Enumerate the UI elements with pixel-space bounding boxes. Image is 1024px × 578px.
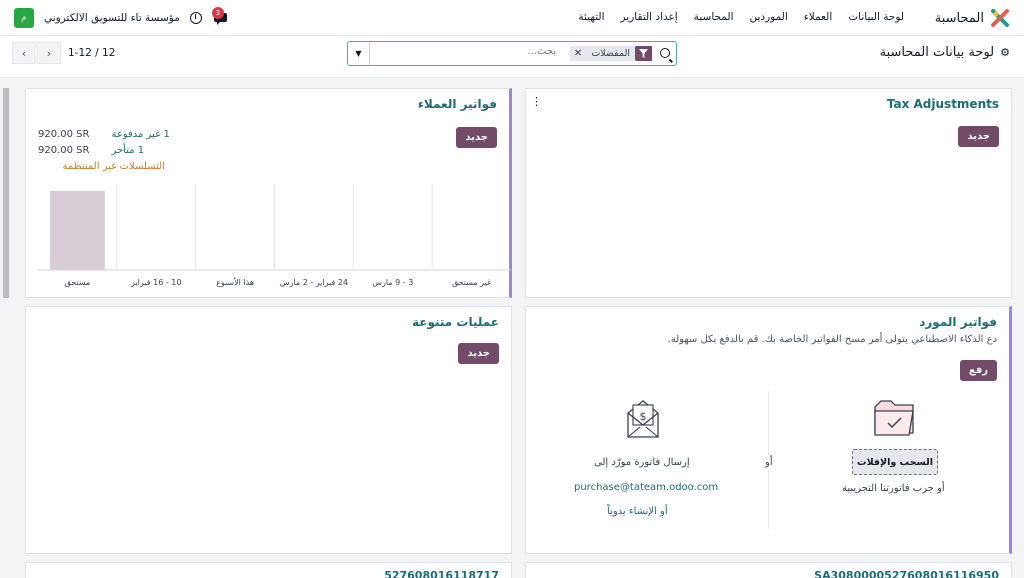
close-icon[interactable]: ✕ [570,48,586,59]
tax-new-button[interactable]: جديد [958,126,999,147]
pager-value[interactable]: 1-12 / 12 [68,47,115,59]
irregular-sequences-link[interactable]: التسلسلات غير المنتظمة [63,161,166,172]
menu-vendors[interactable]: الموردين [750,11,788,23]
misc-operations-title[interactable]: عمليات متنوعة [412,315,499,329]
vendor-bills-card: فواتير المورد دع الذكاء الاصطناعي يتولى … [525,306,1012,554]
search-bar: ▼ المفضلات ✕ [347,41,677,66]
app-brand[interactable]: المحاسبة [935,8,1010,28]
chart-bar[interactable] [50,190,105,270]
chart-tick-label: مستحق [64,278,91,287]
page-title: لوحة بيانات المحاسبة ⚙ [880,45,1010,60]
accounting-logo-icon [990,8,1010,28]
activity-clock-icon[interactable] [189,12,202,24]
chat-badge: 3 [211,7,224,19]
or-separator: أو [765,455,773,470]
bank-card-right: SA3080000527608016116950 [525,562,1012,578]
vendor-bills-title[interactable]: فواتير المورد [919,315,997,329]
chart-tick-label: 24 فبراير - 2 مارس [279,278,349,287]
chevron-right-icon: › [46,46,52,60]
customer-invoices-title[interactable]: فواتير العملاء [418,97,497,111]
svg-text:$: $ [640,410,647,423]
envelope-dollar-icon: $ [624,395,662,448]
pager-next-button[interactable]: › [37,42,61,64]
menu-reporting[interactable]: إعداد التقارير [621,11,678,23]
gear-icon[interactable]: ⚙ [1000,46,1010,59]
app-name: المحاسبة [934,10,984,26]
messaging-button[interactable]: 3 [211,7,230,26]
tax-adjustments-card: Tax Adjustments جديد [525,88,1012,298]
try-sample-link[interactable]: أو جرب فاتورتنا التجريبية [842,483,945,494]
menu-customers[interactable]: العملاء [804,11,832,23]
stat-unpaid-link[interactable]: 1 غير مدفوعة [111,129,169,140]
company-avatar[interactable]: م [14,8,34,28]
scrollbar[interactable] [0,78,12,578]
chart-tick-label: 3 - 9 مارس [372,278,414,287]
folder-icon [871,393,921,446]
bank-card-left: 527608016118717 [25,562,512,578]
vendor-bills-subtitle: دع الذكاء الاصطناعي يتولى أمر مسح الفوات… [667,334,997,345]
create-manually-link[interactable]: أو الإنشاء يدوياً [607,506,668,517]
upload-button[interactable]: رفع [959,360,997,381]
kebab-menu-icon[interactable]: ⋮ [531,95,542,108]
menu-accounting[interactable]: المحاسبة [694,11,734,23]
stat-unpaid-amount: 920.00 SR [38,129,90,140]
control-panel: ‹ › 1-12 / 12 ▼ المفضلات ✕ لوحة بيانات ا… [0,36,1024,78]
misc-operations-card: عمليات متنوعة جديد [25,306,512,554]
search-input[interactable] [376,46,556,57]
misc-new-button[interactable]: جديد [458,343,499,364]
purchase-email-link[interactable]: purchase@tateam.odoo.com [574,482,718,493]
page-title-text: لوحة بيانات المحاسبة [879,45,995,60]
drag-drop-button[interactable]: السحب والإفلات [852,449,938,475]
stat-unpaid: 920.00 SR 1 غير مدفوعة [38,129,170,140]
chart-tick-label: 10 - 16 فبراير [131,278,182,287]
customer-new-button[interactable]: جديد [456,127,497,148]
caret-down-icon: ▼ [355,49,362,58]
navbar-systray: م مؤسسة تاء للتسويق الالكتروني 3 [14,7,230,28]
send-bill-text: إرسال فاتورة مورّد إلى [594,457,690,468]
menu-configuration[interactable]: التهيئة [578,11,604,23]
chart-tick-label: غير مستحق [451,278,492,287]
pager-prev-button[interactable]: ‹ [12,42,36,64]
stat-late: 920.00 SR 1 متأخر [38,145,144,156]
bank-card-left-title[interactable]: 527608016118717 [384,569,499,578]
search-icon[interactable] [660,48,670,58]
menu-dashboard[interactable]: لوحة البيانات [848,11,904,23]
search-options-toggle[interactable]: ▼ [348,42,370,65]
search-facet: المفضلات ✕ [569,46,652,61]
chart-tick-label: هذا الأسبوع [216,278,255,287]
chevron-left-icon: ‹ [21,46,27,60]
customer-invoices-card: فواتير العملاء ⋮ جديد 920.00 SR 1 غير مد… [25,88,542,298]
company-switcher[interactable]: مؤسسة تاء للتسويق الالكتروني [44,12,180,24]
scrollbar-thumb[interactable] [3,88,9,298]
stat-late-link[interactable]: 1 متأخر [111,145,144,156]
bank-card-right-title[interactable]: SA3080000527608016116950 [814,569,999,578]
main-menu: لوحة البيانات العملاء الموردين المحاسبة … [578,11,904,23]
tax-adjustments-title[interactable]: Tax Adjustments [887,97,999,111]
facet-label: المفضلات [591,48,630,59]
filter-icon [635,46,652,61]
stat-late-amount: 920.00 SR [38,145,90,156]
top-navbar: المحاسبة لوحة البيانات العملاء الموردين … [0,0,1024,36]
aged-receivable-chart: مستحق 10 - 16 فبراير هذا الأسبوع 24 فبراير … [38,184,511,298]
chart-svg [38,184,511,271]
